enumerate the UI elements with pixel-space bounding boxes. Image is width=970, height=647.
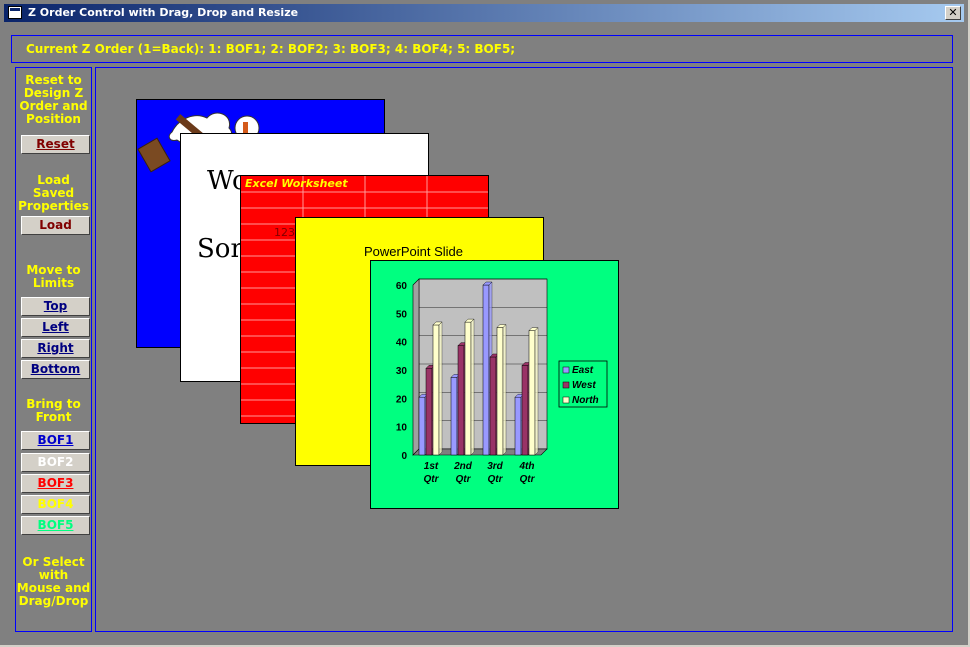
bar-side: [534, 327, 539, 456]
legend-swatch: [562, 381, 570, 389]
load-label: Load Saved Properties: [18, 173, 89, 213]
x-tick-label: Qtr: [488, 474, 504, 485]
close-button[interactable]: ✕: [945, 6, 961, 20]
top-button[interactable]: Top: [21, 297, 90, 316]
bar-west: [457, 345, 465, 456]
y-tick-label: 10: [396, 423, 408, 434]
bar-side: [438, 321, 443, 456]
move-label: Move to Limits: [26, 263, 81, 290]
y-tick-label: 0: [401, 451, 407, 462]
bar-north: [432, 324, 440, 456]
bof5-chart-frame[interactable]: 0 10 20 30 40 50 60 1st Qtr 2nd Qtr 3rd Qtr 4th Qtr Eas…: [370, 260, 619, 509]
bar-west: [489, 356, 497, 456]
y-tick-label: 20: [396, 394, 408, 405]
bar-east: [418, 396, 426, 456]
bar-west: [425, 368, 433, 456]
legend-label-east: East: [572, 365, 594, 376]
plot-side-wall: [412, 278, 420, 456]
reset-label: Reset to Design Z Order and Position: [19, 73, 88, 126]
bar-east: [450, 377, 458, 456]
bar-north: [464, 321, 472, 456]
y-tick-label: 50: [396, 309, 408, 320]
bring-label: Bring to Front: [26, 397, 81, 424]
x-tick-label: 4th: [519, 461, 535, 472]
bof2-button[interactable]: BOF2: [21, 453, 90, 472]
legend-swatch: [562, 396, 570, 404]
bof1-button[interactable]: BOF1: [21, 431, 90, 450]
x-tick-label: Qtr: [424, 474, 440, 485]
bof4-button[interactable]: BOF4: [21, 495, 90, 514]
y-tick-label: 30: [396, 366, 408, 377]
bof3-button[interactable]: BOF3: [21, 474, 90, 493]
bar-chart: 0 10 20 30 40 50 60 1st Qtr 2nd Qtr 3rd Qtr 4th Qtr Eas…: [396, 278, 608, 485]
excel-cell-value: 123: [274, 226, 295, 239]
title-bar: Z Order Control with Drag, Drop and Resi…: [4, 4, 964, 22]
sidebar: Reset to Design Z Order and Position Res…: [15, 67, 92, 632]
legend-swatch: [562, 366, 570, 374]
legend-label-west: West: [572, 380, 596, 391]
x-tick-label: Qtr: [456, 474, 472, 485]
y-tick-label: 40: [396, 338, 408, 349]
excel-title: Excel Worksheet: [245, 177, 348, 190]
bar-north: [496, 327, 504, 456]
y-tick-label: 60: [396, 281, 408, 292]
x-tick-label: Qtr: [520, 474, 536, 485]
bar-side: [502, 324, 507, 456]
ppt-title: PowerPoint Slide: [364, 244, 463, 259]
x-tick-label: 2nd: [453, 461, 473, 472]
app-window: Z Order Control with Drag, Drop and Resi…: [0, 0, 968, 645]
right-button[interactable]: Right: [21, 339, 90, 358]
x-tick-label: 3rd: [487, 461, 503, 472]
zorder-status-text: Current Z Order (1=Back): 1: BOF1; 2: BO…: [26, 42, 516, 56]
bar-north: [528, 330, 536, 456]
bottom-button[interactable]: Bottom: [21, 360, 90, 379]
app-icon: [8, 6, 22, 19]
bar-east: [514, 396, 522, 456]
left-button[interactable]: Left: [21, 318, 90, 337]
select-label: Or Select with Mouse and Drag/Drop: [16, 555, 91, 608]
bof5-button[interactable]: BOF5: [21, 516, 90, 535]
load-button[interactable]: Load: [21, 216, 90, 235]
bar-west: [521, 365, 529, 456]
bar-side: [470, 318, 475, 456]
legend-label-north: North: [572, 395, 599, 406]
main-canvas: Wo Son Excel Worksheet 123 PowerPoint Sl…: [95, 67, 953, 632]
window-title: Z Order Control with Drag, Drop and Resi…: [28, 6, 299, 19]
zorder-status-bar: Current Z Order (1=Back): 1: BOF1; 2: BO…: [11, 35, 953, 63]
reset-button[interactable]: Reset: [21, 135, 90, 154]
x-tick-label: 1st: [424, 461, 439, 472]
bar-east: [482, 284, 490, 456]
